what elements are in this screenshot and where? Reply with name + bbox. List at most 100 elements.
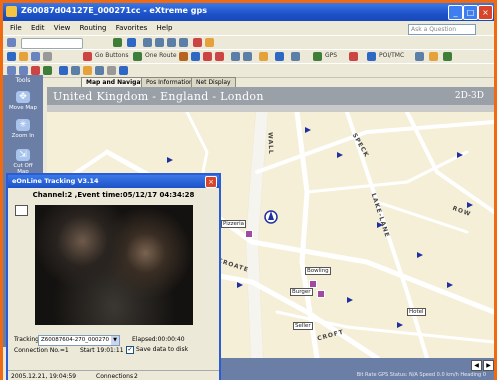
street-label-wall: WALL	[266, 132, 275, 155]
play-icon[interactable]	[443, 52, 452, 61]
reload-icon[interactable]	[43, 66, 52, 75]
connections-count: 2	[134, 373, 138, 380]
move-map-icon: ✥	[16, 91, 30, 103]
tracking-value: Z60087604-270_000270	[41, 337, 109, 343]
stop-icon[interactable]	[31, 66, 40, 75]
connection-number: Connection No.=1	[14, 347, 69, 354]
print2-icon[interactable]	[119, 66, 128, 75]
mail-icon[interactable]	[107, 66, 116, 75]
toolbar-2: Go Buttons One Route GPS POI/TMC	[3, 49, 494, 64]
go-icon[interactable]	[113, 38, 122, 47]
channel-info: Channel:2 ,Event time:05/12/17 04:34:28	[32, 191, 195, 199]
zoom-in-label: Zoom In	[11, 133, 35, 139]
view-tabs: Map and Navigation Pos Information Net D…	[47, 77, 494, 88]
flag-icon[interactable]	[259, 52, 268, 61]
ask-question-input[interactable]: Ask a Question	[408, 24, 476, 35]
elapsed-time: Elapsed:00:00:40	[132, 336, 185, 343]
maximize-button[interactable]: □	[463, 5, 478, 20]
route-icon[interactable]	[133, 52, 142, 61]
folder-icon[interactable]	[205, 38, 214, 47]
zoom-icon[interactable]	[291, 52, 300, 61]
history-icon[interactable]	[95, 66, 104, 75]
grid-icon[interactable]	[167, 38, 176, 47]
poi-bowling[interactable]: Bowling	[305, 267, 331, 275]
refresh-icon[interactable]	[127, 38, 136, 47]
table-icon[interactable]	[243, 52, 252, 61]
title-bar: Z60087d04127E_000271cc - eXtreme gps _ □…	[3, 3, 494, 21]
main-window: Z60087d04127E_000271cc - eXtreme gps _ □…	[3, 3, 494, 380]
scroll-right-button[interactable]: ▶	[483, 360, 494, 371]
nav-forward-icon[interactable]	[19, 66, 28, 75]
settings-icon[interactable]	[415, 52, 424, 61]
dialog-close-button[interactable]: ×	[205, 176, 217, 188]
home-icon[interactable]	[59, 66, 68, 75]
layers-icon[interactable]	[231, 52, 240, 61]
menu-file[interactable]: File	[10, 22, 22, 34]
toolbar-1	[3, 35, 494, 50]
zoom-in-button[interactable]: ✳ Zoom In	[8, 119, 38, 139]
new-icon[interactable]	[7, 52, 16, 61]
navigation-icon[interactable]	[191, 52, 200, 61]
menu-view[interactable]: View	[54, 22, 71, 34]
record-icon[interactable]	[193, 38, 202, 47]
poi-seller[interactable]: Seller	[293, 322, 313, 330]
print-icon[interactable]	[43, 52, 52, 61]
save-icon[interactable]	[31, 52, 40, 61]
back-icon[interactable]	[7, 38, 16, 47]
list-icon[interactable]	[155, 38, 164, 47]
poi-marker[interactable]	[245, 230, 253, 238]
target2-icon[interactable]	[215, 52, 224, 61]
location-text: United Kingdom - England - London	[53, 90, 264, 103]
cut-off-map-button[interactable]: ⇲ Cut Off Map	[8, 149, 38, 175]
status-date: 2005.12.21, 19:04:59	[11, 373, 77, 380]
car-icon[interactable]	[179, 52, 188, 61]
traffic-icon[interactable]	[349, 52, 358, 61]
tracking-dialog: eOnLine Tracking V3.14 × Channel:2 ,Even…	[6, 173, 221, 380]
move-map-button[interactable]: ✥ Move Map	[8, 91, 38, 111]
zoom-in-icon: ✳	[16, 119, 30, 131]
poi-hotel[interactable]: Hotel	[407, 308, 426, 316]
route-start-icon[interactable]	[83, 52, 92, 61]
tracking-select[interactable]: Z60087604-270_000270 ▼	[38, 335, 120, 346]
nav-back-icon[interactable]	[7, 66, 16, 75]
dialog-status-bar: 2005.12.21, 19:04:59 Connections 2	[8, 370, 219, 380]
favorites-icon[interactable]	[83, 66, 92, 75]
poi-pizzeria[interactable]: Pizzeria	[221, 220, 247, 228]
save-data-checkbox[interactable]: ✓	[126, 346, 134, 354]
dialog-title-bar: eOnLine Tracking V3.14 ×	[8, 175, 219, 188]
dimension-toggle[interactable]: 2D-3D	[455, 91, 484, 101]
tracking-label: Tracking	[14, 336, 39, 343]
menu-edit[interactable]: Edit	[31, 22, 45, 34]
poi-marker[interactable]	[317, 290, 325, 298]
open-icon[interactable]	[19, 52, 28, 61]
menu-favorites[interactable]: Favorites	[116, 22, 148, 34]
poi-burger[interactable]: Burger	[290, 288, 313, 296]
video-feed	[35, 205, 193, 325]
gps-label[interactable]: GPS	[325, 52, 337, 59]
poi-icon[interactable]	[367, 52, 376, 61]
move-map-label: Move Map	[8, 105, 38, 111]
close-button[interactable]: ×	[478, 5, 493, 20]
go-buttons-label[interactable]: Go Buttons	[95, 52, 128, 59]
window-title: Z60087d04127E_000271cc - eXtreme gps	[21, 6, 207, 15]
one-route-label[interactable]: One Route	[145, 52, 177, 59]
app-icon	[6, 6, 17, 17]
menu-help[interactable]: Help	[157, 22, 173, 34]
target-icon[interactable]	[203, 52, 212, 61]
scroll-left-button[interactable]: ◀	[471, 360, 482, 371]
info-icon[interactable]	[275, 52, 284, 61]
poi-tmc-label[interactable]: POI/TMC	[379, 52, 404, 59]
satellite-icon[interactable]	[313, 52, 322, 61]
camera-icon[interactable]	[15, 205, 28, 216]
zoom-out-icon[interactable]	[179, 38, 188, 47]
chevron-down-icon[interactable]: ▼	[111, 336, 119, 345]
poi-marker[interactable]	[309, 280, 317, 288]
map-icon[interactable]	[143, 38, 152, 47]
tools-title: Tools	[15, 77, 31, 84]
minimize-button[interactable]: _	[448, 5, 463, 20]
star-icon[interactable]	[429, 52, 438, 61]
address-input[interactable]	[21, 38, 83, 49]
menu-routing[interactable]: Routing	[80, 22, 107, 34]
cut-off-map-icon: ⇲	[16, 149, 30, 161]
search-icon[interactable]	[71, 66, 80, 75]
